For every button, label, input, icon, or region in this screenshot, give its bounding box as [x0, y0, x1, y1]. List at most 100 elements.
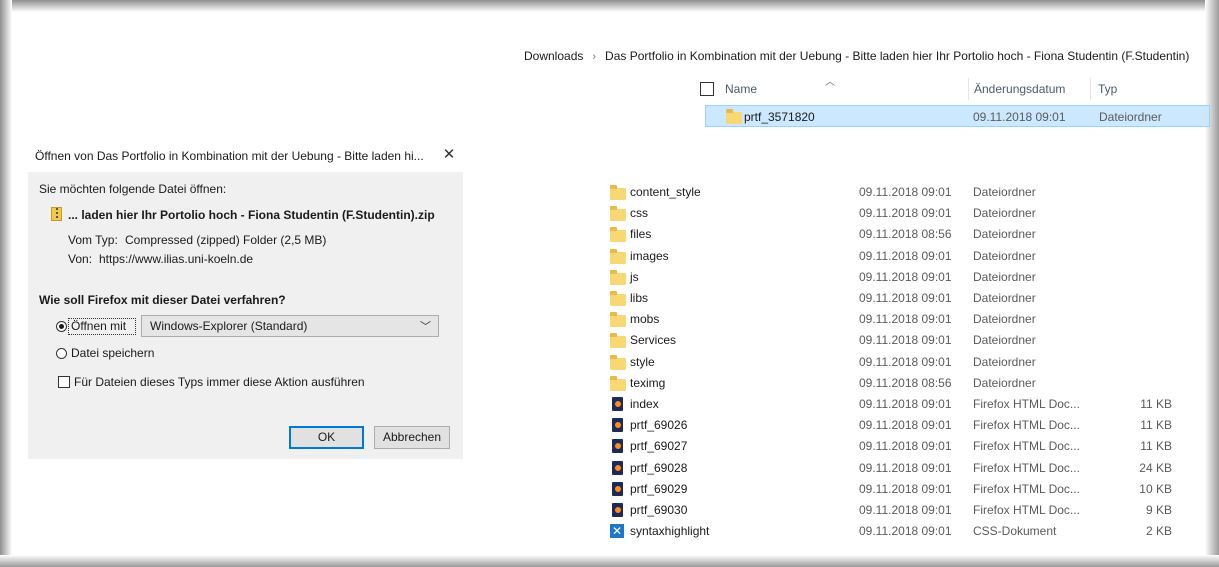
ok-button[interactable]: OK	[289, 426, 364, 449]
file-type: Firefox HTML Doc...	[973, 439, 1080, 454]
application-select-value: Windows-Explorer (Standard)	[150, 319, 308, 333]
file-date: 09.11.2018 09:01	[859, 418, 952, 433]
list-item[interactable]: css 09.11.2018 09:01 Dateiordner	[608, 203, 1198, 224]
file-date: 09.11.2018 09:01	[859, 185, 952, 199]
open-with-label[interactable]: Öffnen mit	[71, 319, 126, 333]
file-date: 09.11.2018 09:01	[859, 524, 952, 539]
cancel-button[interactable]: Abbrechen	[374, 426, 450, 449]
list-item[interactable]: style 09.11.2018 09:01 Dateiordner	[608, 352, 1198, 373]
firefox-html-icon	[612, 503, 623, 517]
file-type: Dateiordner	[973, 185, 1036, 199]
file-type: CSS-Dokument	[973, 524, 1057, 539]
close-icon[interactable]: ✕	[439, 145, 459, 163]
file-name: libs	[630, 291, 649, 305]
column-type[interactable]: Typ	[1098, 82, 1117, 96]
list-item[interactable]: libs 09.11.2018 09:01 Dateiordner	[608, 288, 1198, 309]
firefox-html-icon	[612, 418, 623, 433]
select-all-checkbox[interactable]	[700, 82, 714, 96]
chevron-down-icon: ﹀	[420, 321, 431, 333]
list-item[interactable]: images 09.11.2018 09:01 Dateiordner	[608, 246, 1198, 267]
list-item[interactable]: files 09.11.2018 08:56 Dateiordner	[608, 224, 1198, 245]
list-item[interactable]: ✕ syntaxhighlight 09.11.2018 09:01 CSS-Doku…	[608, 521, 1198, 542]
list-item[interactable]: prtf_69026 09.11.2018 09:01 Firefox HTML D…	[608, 415, 1198, 436]
breadcrumb-item-portfolio[interactable]: Das Portfolio in Kombination mit der Ueb…	[605, 49, 1189, 63]
firefox-html-icon	[612, 481, 623, 496]
file-name: prtf_69026	[630, 418, 688, 433]
list-item[interactable]: Services 09.11.2018 09:01 Dateiordner	[608, 330, 1198, 351]
list-item[interactable]: teximg 09.11.2018 08:56 Dateiordner	[608, 373, 1198, 394]
file-date: 09.11.2018 09:01	[859, 312, 952, 327]
folder-icon	[610, 312, 626, 328]
file-name: mobs	[630, 312, 660, 327]
type-value: Compressed (zipped) Folder (2,5 MB)	[125, 233, 327, 247]
column-divider[interactable]	[1090, 78, 1091, 100]
column-date[interactable]: Änderungsdatum	[974, 82, 1065, 96]
file-size: 24 KB	[1139, 460, 1172, 475]
file-type: Firefox HTML Doc...	[973, 397, 1080, 411]
source-label: Von:	[68, 252, 93, 266]
firefox-html-icon	[612, 439, 623, 454]
file-type: Firefox HTML Doc...	[973, 481, 1080, 496]
folder-icon	[726, 109, 742, 124]
list-item[interactable]: prtf_69027 09.11.2018 09:01 Firefox HTML D…	[608, 436, 1198, 457]
file-date: 09.11.2018 09:01	[859, 206, 952, 221]
column-divider[interactable]	[968, 78, 969, 100]
file-name: ... laden hier Ihr Portolio hoch - Fiona…	[68, 208, 435, 222]
file-size: 11 KB	[1140, 418, 1172, 433]
file-type: Dateiordner	[973, 354, 1036, 369]
file-name: syntaxhighlight	[630, 524, 710, 539]
list-item-selected[interactable]: prtf_3571820 09.11.2018 09:01 Dateiordne…	[705, 105, 1210, 127]
open-file-dialog: Öffnen von Das Portfolio in Kombination …	[28, 143, 463, 459]
folder-icon	[610, 291, 626, 306]
action-question: Wie soll Firefox mit dieser Datei verfah…	[39, 293, 286, 307]
file-type: Dateiordner	[973, 206, 1036, 221]
file-type: Dateiordner	[973, 375, 1036, 390]
folder-icon	[610, 185, 626, 200]
save-file-label[interactable]: Datei speichern	[71, 346, 154, 360]
list-item[interactable]: prtf_69030 09.11.2018 09:01 Firefox HTML D…	[608, 500, 1198, 521]
folder-icon	[610, 354, 626, 370]
file-date: 09.11.2018 09:01	[859, 439, 952, 454]
file-type: Firefox HTML Doc...	[973, 418, 1080, 433]
file-name: teximg	[630, 375, 666, 390]
file-date: 09.11.2018 08:56	[859, 227, 952, 242]
folder-icon	[610, 333, 626, 349]
type-label: Vom Typ:	[68, 233, 118, 247]
file-name: index	[630, 397, 659, 411]
folder-icon	[610, 269, 626, 285]
file-size: 2 KB	[1145, 524, 1172, 539]
save-file-radio[interactable]	[56, 348, 67, 359]
list-item[interactable]: js 09.11.2018 09:01 Dateiordner	[608, 267, 1198, 288]
breadcrumb-item-downloads[interactable]: Downloads	[524, 49, 583, 63]
file-type: Dateiordner	[973, 312, 1036, 327]
file-type: Dateiordner	[973, 269, 1036, 284]
file-type: Firefox HTML Doc...	[973, 503, 1080, 517]
column-name[interactable]: Name	[725, 82, 757, 96]
file-type: Dateiordner	[973, 291, 1036, 305]
breadcrumb-separator: ›	[592, 51, 597, 63]
folder-icon	[610, 248, 626, 264]
file-type: Dateiordner	[973, 227, 1036, 242]
always-do-checkbox[interactable]	[58, 376, 70, 388]
window-shadow-bottom	[0, 555, 1219, 567]
list-item[interactable]: mobs 09.11.2018 09:01 Dateiordner	[608, 309, 1198, 330]
file-date: 09.11.2018 09:01	[859, 397, 952, 411]
file-date: 09.11.2018 09:01	[859, 333, 952, 348]
open-with-radio[interactable]	[56, 321, 67, 332]
folder-icon	[610, 227, 626, 243]
folder-icon	[610, 206, 626, 222]
list-item[interactable]: prtf_69029 09.11.2018 09:01 Firefox HTML D…	[608, 479, 1198, 500]
list-item[interactable]: index 09.11.2018 09:01 Firefox HTML Doc...…	[608, 394, 1198, 415]
application-select[interactable]: Windows-Explorer (Standard) ﹀	[141, 315, 439, 337]
list-item[interactable]: content_style 09.11.2018 09:01 Dateiordner	[608, 182, 1198, 203]
list-item[interactable]: prtf_69028 09.11.2018 09:01 Firefox HTML D…	[608, 458, 1198, 479]
file-type: Firefox HTML Doc...	[973, 460, 1080, 475]
file-date: 09.11.2018 09:01	[859, 291, 952, 305]
sort-ascending-icon: ︿	[825, 77, 835, 88]
file-name: style	[630, 354, 655, 369]
file-type: Dateiordner	[1099, 110, 1162, 124]
file-name: prtf_69030	[630, 503, 688, 517]
always-do-label[interactable]: Für Dateien dieses Typs immer diese Akti…	[74, 375, 365, 389]
file-name: js	[630, 269, 639, 284]
file-date: 09.11.2018 09:01	[973, 110, 1066, 124]
